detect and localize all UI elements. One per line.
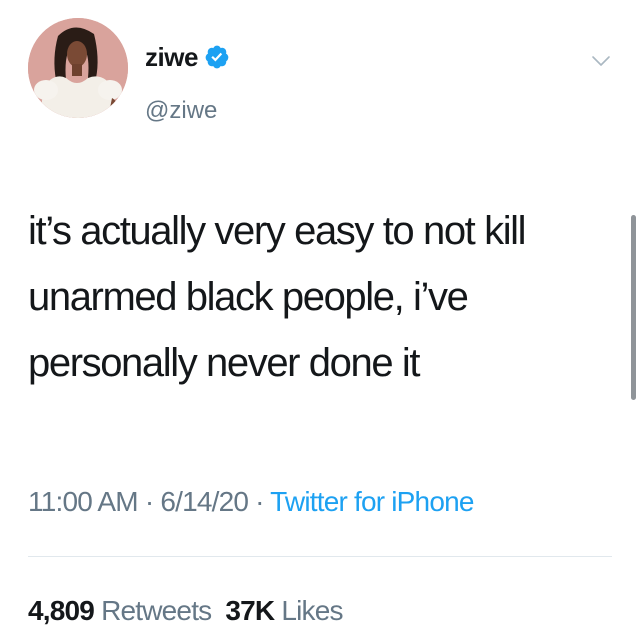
display-name[interactable]: ziwe <box>145 42 230 72</box>
user-handle[interactable]: @ziwe <box>145 97 217 125</box>
likes-count: 37K <box>225 595 275 626</box>
chevron-down-icon[interactable] <box>590 50 612 72</box>
tweet-time[interactable]: 11:00 AM <box>28 486 139 517</box>
tweet-source-link[interactable]: Twitter for iPhone <box>270 486 474 517</box>
likes-label: Likes <box>281 595 343 626</box>
meta-separator: · <box>144 486 154 517</box>
avatar[interactable] <box>28 18 128 118</box>
scrollbar[interactable] <box>631 215 636 400</box>
verified-badge-icon <box>204 44 230 70</box>
meta-separator-2: · <box>255 486 264 517</box>
retweets-count: 4,809 <box>28 595 95 626</box>
retweets-label: Retweets <box>101 595 212 626</box>
tweet-metadata: 11:00 AM · 6/14/20 · Twitter for iPhone <box>28 482 474 522</box>
tweet-card: ziwe @ziwe it’s actually very easy to no… <box>0 0 640 640</box>
tweet-text: it’s actually very easy to not kill unar… <box>28 209 527 385</box>
display-name-text: ziwe <box>145 42 198 72</box>
divider <box>28 556 612 557</box>
tweet-date[interactable]: 6/14/20 <box>160 486 249 517</box>
likes-stat[interactable]: 37K Likes <box>225 595 343 626</box>
engagement-stats: 4,809 Retweets 37K Likes <box>28 591 343 631</box>
retweets-stat[interactable]: 4,809 Retweets <box>28 595 212 626</box>
